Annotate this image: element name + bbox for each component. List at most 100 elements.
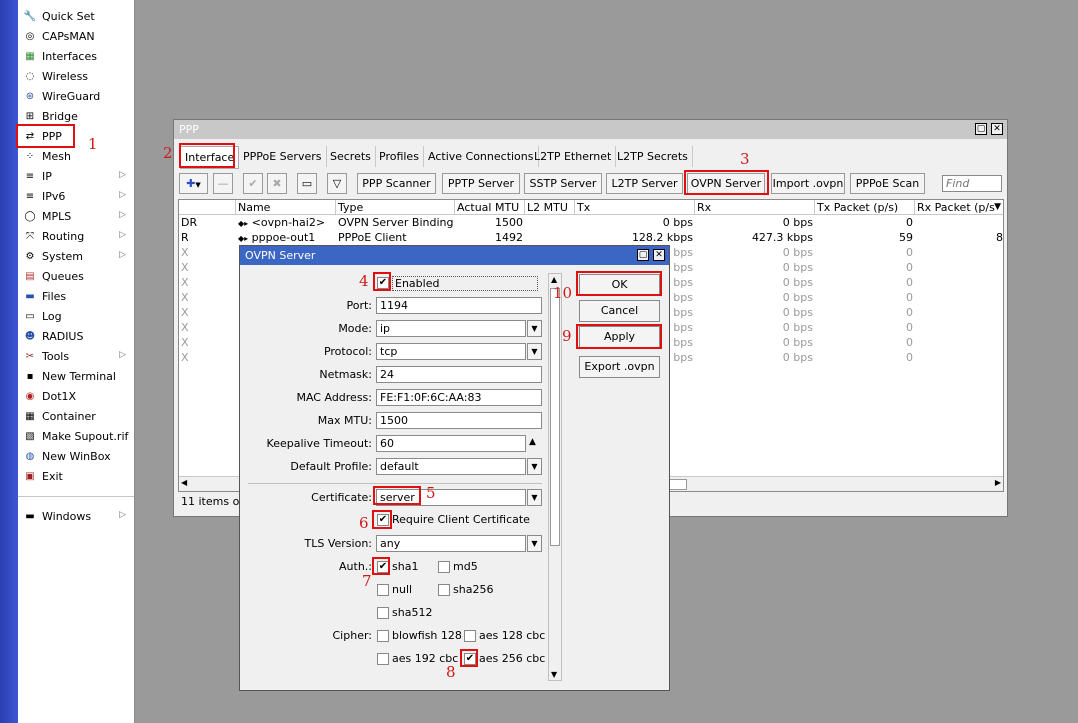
cipher-aes192-checkbox[interactable]: [377, 653, 389, 665]
menu-item-mesh[interactable]: ⁘ Mesh: [18, 146, 134, 166]
close-icon[interactable]: ✕: [991, 123, 1003, 135]
menu-item-capsman[interactable]: ◎ CAPsMAN: [18, 26, 134, 46]
ppp-scanner-button[interactable]: PPP Scanner: [357, 173, 436, 194]
filter-icon[interactable]: ▽: [327, 173, 347, 194]
menu-item-exit[interactable]: ▣ Exit: [18, 466, 134, 486]
menu-item-system[interactable]: ⚙ System ▷: [18, 246, 134, 266]
menu-item-container[interactable]: ▦ Container: [18, 406, 134, 426]
column-header-tx[interactable]: Tx: [575, 200, 695, 215]
auth-sha256-checkbox[interactable]: [438, 584, 450, 596]
column-header-name[interactable]: Name: [236, 200, 336, 215]
menu-item-dot1x[interactable]: ◉ Dot1X: [18, 386, 134, 406]
tab-pppoe-servers[interactable]: PPPoE Servers: [239, 146, 327, 167]
menu-item-make-supout[interactable]: ▧ Make Supout.rif: [18, 426, 134, 446]
auth-null-label: null: [392, 583, 413, 596]
tab-profiles[interactable]: Profiles: [375, 146, 424, 167]
maximize-icon[interactable]: ▢: [637, 249, 649, 261]
disable-icon[interactable]: ✖: [267, 173, 287, 194]
import-ovpn-button[interactable]: Import .ovpn: [771, 173, 845, 194]
tab-l2tp-ethernet[interactable]: L2TP Ethernet: [530, 146, 617, 167]
keepalive-input[interactable]: 60: [376, 435, 526, 452]
column-header-type[interactable]: Type: [336, 200, 455, 215]
menu-item-new-terminal[interactable]: ▪ New Terminal: [18, 366, 134, 386]
protocol-dropdown-icon[interactable]: ▼: [527, 343, 542, 360]
comment-icon[interactable]: ▭: [297, 173, 317, 194]
menu-item-quick-set[interactable]: 🔧 Quick Set: [18, 6, 134, 26]
tab-secrets[interactable]: Secrets: [326, 146, 376, 167]
pptp-server-button[interactable]: PPTP Server: [442, 173, 520, 194]
max-mtu-input[interactable]: 1500: [376, 412, 542, 429]
cipher-aes128-checkbox[interactable]: [464, 630, 476, 642]
remove-icon[interactable]: —: [213, 173, 233, 194]
mac-address-input[interactable]: FE:F1:0F:6C:AA:83: [376, 389, 542, 406]
column-menu-icon[interactable]: ▼: [994, 200, 1001, 215]
default-profile-dropdown-icon[interactable]: ▼: [527, 458, 542, 475]
routing-icon: ⤧: [26, 230, 34, 242]
menu-item-queues[interactable]: ▤ Queues: [18, 266, 134, 286]
l2tp-server-button[interactable]: L2TP Server: [606, 173, 683, 194]
annotation-box-require-cert: [372, 510, 392, 529]
column-header-rx[interactable]: Rx: [695, 200, 815, 215]
add-button[interactable]: ✚▼: [179, 173, 208, 194]
tab-active-connections[interactable]: Active Connections: [424, 146, 539, 167]
menu-item-interfaces[interactable]: ▦ Interfaces: [18, 46, 134, 66]
column-header-actual-mtu[interactable]: Actual MTU: [455, 200, 525, 215]
export-ovpn-button[interactable]: Export .ovpn: [579, 356, 660, 378]
menu-item-routing[interactable]: ⤧ Routing ▷: [18, 226, 134, 246]
scroll-right-icon[interactable]: ▶: [995, 478, 1001, 487]
protocol-select[interactable]: tcp: [376, 343, 526, 360]
quick-set-icon: 🔧: [23, 10, 37, 22]
dialog-vertical-scrollbar[interactable]: ▲ ▼: [548, 273, 562, 681]
menu-item-log[interactable]: ▭ Log: [18, 306, 134, 326]
column-header-l2-mtu[interactable]: L2 MTU: [525, 200, 575, 215]
close-icon[interactable]: ✕: [653, 249, 665, 261]
find-input[interactable]: [942, 175, 1002, 192]
cancel-button[interactable]: Cancel: [579, 300, 660, 322]
pppoe-scan-button[interactable]: PPPoE Scan: [850, 173, 925, 194]
sstp-server-button[interactable]: SSTP Server: [524, 173, 602, 194]
scroll-left-icon[interactable]: ◀: [181, 478, 187, 487]
scroll-down-icon[interactable]: ▼: [551, 670, 557, 679]
annotation-box-enabled: [373, 272, 391, 291]
menu-item-tools[interactable]: ✂ Tools ▷: [18, 346, 134, 366]
menu-item-files[interactable]: ▬ Files: [18, 286, 134, 306]
keepalive-collapse-icon[interactable]: ▲: [529, 437, 536, 447]
auth-null-checkbox[interactable]: [377, 584, 389, 596]
mac-address-label: MAC Address:: [296, 391, 372, 404]
menu-item-bridge[interactable]: ⊞ Bridge: [18, 106, 134, 126]
port-input[interactable]: 1194: [376, 297, 542, 314]
tls-version-select[interactable]: any: [376, 535, 526, 552]
menu-item-radius[interactable]: ☻ RADIUS: [18, 326, 134, 346]
bridge-icon: ⊞: [25, 110, 35, 122]
scroll-up-icon[interactable]: ▲: [551, 275, 557, 284]
menu-item-windows[interactable]: ▬ Windows ▷: [18, 506, 134, 526]
certificate-dropdown-icon[interactable]: ▼: [527, 489, 542, 506]
menu-item-ip[interactable]: ≡ IP ▷: [18, 166, 134, 186]
mpls-icon: ◯: [24, 210, 36, 222]
maximize-icon[interactable]: ▢: [975, 123, 987, 135]
netmask-input[interactable]: 24: [376, 366, 542, 383]
auth-md5-checkbox[interactable]: [438, 561, 450, 573]
ppp-window-titlebar[interactable]: PPP ▢ ✕: [174, 120, 1007, 139]
menu-item-ipv6[interactable]: ≡ IPv6 ▷: [18, 186, 134, 206]
default-profile-select[interactable]: default: [376, 458, 526, 475]
terminal-icon: ▪: [26, 370, 34, 382]
system-icon: ⚙: [25, 250, 35, 262]
menu-item-wireguard[interactable]: ⊛ WireGuard: [18, 86, 134, 106]
menu-item-mpls[interactable]: ◯ MPLS ▷: [18, 206, 134, 226]
menu-item-new-winbox[interactable]: ◍ New WinBox: [18, 446, 134, 466]
column-header-tx-packet[interactable]: Tx Packet (p/s): [815, 200, 915, 215]
auth-sha512-checkbox[interactable]: [377, 607, 389, 619]
scrollbar-thumb[interactable]: [550, 288, 560, 546]
certificate-label: Certificate:: [311, 491, 372, 504]
cipher-blowfish-checkbox[interactable]: [377, 630, 389, 642]
column-header-flags[interactable]: [179, 200, 236, 215]
ovpn-dialog-titlebar[interactable]: OVPN Server ▢ ✕: [240, 246, 669, 265]
mode-dropdown-icon[interactable]: ▼: [527, 320, 542, 337]
tls-version-dropdown-icon[interactable]: ▼: [527, 535, 542, 552]
column-header-rx-packet[interactable]: Rx Packet (p/s ▼: [915, 200, 1003, 215]
tab-l2tp-secrets[interactable]: L2TP Secrets: [613, 146, 693, 167]
enable-icon[interactable]: ✔: [243, 173, 263, 194]
mode-select[interactable]: ip: [376, 320, 526, 337]
menu-item-wireless[interactable]: ◌ Wireless: [18, 66, 134, 86]
